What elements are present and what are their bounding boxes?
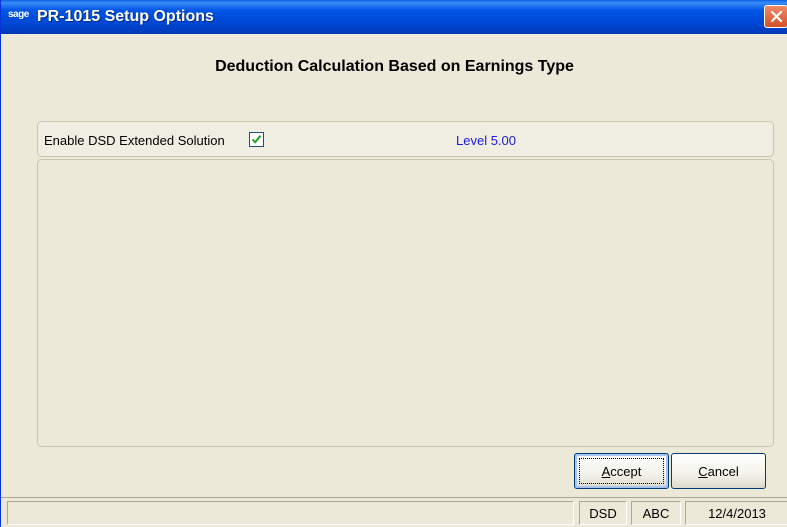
cancel-button[interactable]: Cancel	[671, 453, 766, 489]
close-icon	[770, 10, 782, 23]
cancel-label: Cancel	[698, 464, 738, 479]
setup-options-window: sage PR-1015 Setup Options Deduction Cal…	[0, 0, 787, 527]
close-button[interactable]	[764, 5, 787, 28]
checkmark-icon	[251, 135, 262, 144]
status-bar: DSD ABC 12/4/2013	[1, 497, 787, 527]
level-text: Level 5.00	[456, 133, 516, 148]
title-bar[interactable]: sage PR-1015 Setup Options	[1, 0, 787, 34]
window-title: PR-1015 Setup Options	[37, 8, 214, 25]
options-panel: Enable DSD Extended Solution Level 5.00	[37, 121, 774, 157]
content-panel	[37, 159, 774, 447]
page-title: Deduction Calculation Based on Earnings …	[215, 58, 574, 75]
cancel-label-rest: ancel	[707, 463, 739, 479]
accept-button[interactable]: Accept	[574, 453, 669, 489]
enable-dsd-checkbox[interactable]	[249, 132, 264, 147]
cancel-mnemonic: C	[698, 463, 708, 479]
status-user: ABC	[631, 501, 681, 525]
status-main	[7, 501, 574, 525]
enable-dsd-label: Enable DSD Extended Solution	[44, 133, 225, 148]
status-date: 12/4/2013	[685, 501, 787, 525]
focus-rect	[579, 458, 664, 484]
sage-logo: sage	[8, 9, 29, 20]
status-company: DSD	[579, 501, 627, 525]
